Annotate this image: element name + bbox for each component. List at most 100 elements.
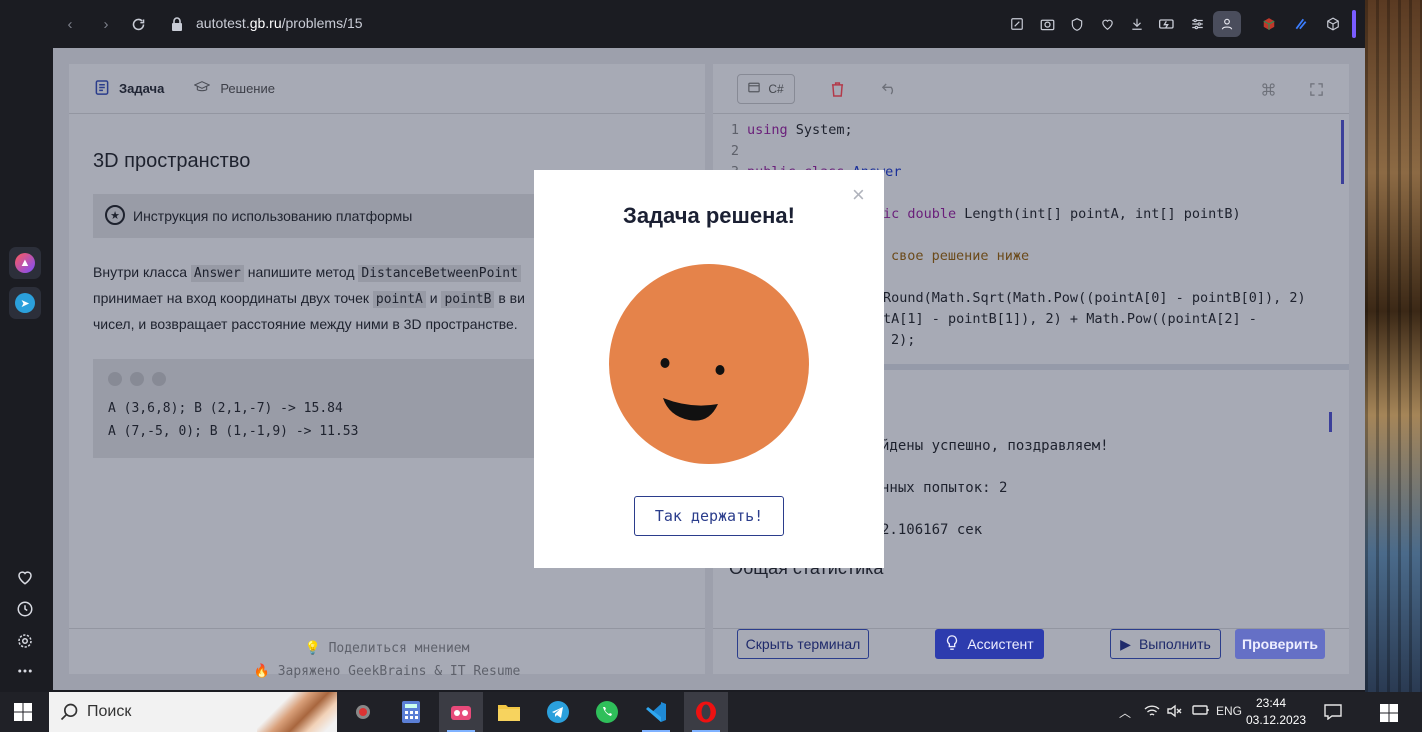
search-highlight-image [257,692,337,732]
window-dots [108,372,166,386]
settings-icon[interactable] [14,630,36,652]
extension-blue-icon[interactable] [1291,14,1311,34]
taskbar-search[interactable]: Поиск [49,692,337,732]
hide-terminal-button[interactable]: Скрыть терминал [737,629,869,659]
taskbar-telegram-app[interactable] [536,692,580,732]
taskbar-vscode-app[interactable] [634,692,678,732]
terminal-line: 2.106167 сек [881,522,983,538]
assistant-label: Ассистент [967,636,1034,652]
browser-sidebar: ▲ ➤ [0,0,50,692]
back-icon[interactable]: ‹ [60,14,80,34]
camera-icon[interactable] [1037,14,1057,34]
tab-solution-label: Решение [220,81,275,96]
command-icon[interactable] [1259,80,1277,98]
share-label: Поделиться мнением [328,641,470,656]
windows-start-icon[interactable] [14,703,32,721]
heart-outline-icon[interactable] [1097,14,1117,34]
terminal-line: нных попыток: 2 [881,480,1008,496]
desktop-wallpaper [1365,0,1422,692]
trash-icon[interactable] [828,80,846,98]
share-feedback-link[interactable]: 💡 Поделиться мнением [69,641,705,656]
taskbar-snipping-app[interactable] [439,692,483,732]
clock-date: 03.12.2023 [1246,713,1307,727]
modal-title: Задача решена! [623,203,795,228]
clock-time: 23:44 [1255,696,1287,710]
taskbar-calculator-app[interactable] [389,692,433,732]
telegram-icon: ➤ [15,293,35,313]
editor-scrollbar[interactable] [1341,120,1344,184]
undo-icon[interactable] [880,80,898,98]
taskbar-recorder-app[interactable] [341,692,385,732]
document-icon [95,79,109,98]
desc-code: Answer [190,265,244,282]
fire-icon: 🔥 [253,664,270,679]
language-label: C# [768,82,784,96]
assistant-button[interactable]: Ассистент [935,629,1044,659]
easy-setup-icon[interactable] [1187,14,1207,34]
success-modal: × Задача решена! Так держать! [534,170,884,568]
url-domain: gb.ru [249,15,282,31]
powered-label: Заряжено GeekBrains & IT Resume [277,664,521,679]
show-desktop-icon[interactable] [1380,704,1398,725]
reload-icon[interactable] [128,14,148,34]
sidebar-app-telegram[interactable]: ➤ [9,287,41,319]
taskbar-explorer-app[interactable] [487,692,531,732]
battery-icon[interactable] [1192,704,1210,719]
fullscreen-icon[interactable] [1307,80,1325,98]
search-icon [59,702,79,727]
clock[interactable]: 23:44 03.12.2023 [1246,695,1307,729]
volume-muted-icon[interactable] [1167,704,1183,721]
address-bar[interactable]: autotest.gb.ru/problems/15 [196,15,363,31]
terminal-line: йдены успешно, поздравляем! [881,438,1109,454]
desc-code: pointB [441,291,495,308]
desc-text: чисел, и возвращает расстояние между ним… [93,316,518,332]
run-button[interactable]: ▶ Выполнить [1110,629,1221,659]
star-icon: ★ [105,205,125,225]
sidebar-app-aria[interactable]: ▲ [9,247,41,279]
code-line: 1 using System; [730,122,853,138]
heart-icon[interactable] [14,566,36,588]
instruction-label: Инструкция по использованию платформы [133,208,413,224]
tab-task[interactable]: Задача [95,79,165,98]
desc-text: Внутри класса [93,264,191,280]
lock-icon[interactable] [167,14,187,34]
code-line: tA[1] - pointB[1]), 2) + Math.Pow((point… [883,311,1257,327]
code-line: 2 [730,143,739,159]
hide-terminal-label: Скрыть терминал [745,636,861,652]
left-footer: 💡 Поделиться мнением 🔥 Заряжено GeekBrai… [69,628,705,679]
example-line: A (7,-5, 0); B (1,-1,9) -> 11.53 [108,424,359,439]
extensions-icon[interactable] [1323,14,1343,34]
notification-icon[interactable] [1324,704,1342,723]
network-icon[interactable] [1144,704,1160,721]
desc-code: DistanceBetweenPoint [358,265,521,282]
lightbulb-icon: 💡 [304,641,321,656]
shield-icon[interactable] [1067,14,1087,34]
desc-text: напишите метод [243,264,359,280]
code-line: 2); [891,332,916,348]
check-button[interactable]: Проверить [1235,629,1325,659]
taskbar-opera-app[interactable] [684,692,728,732]
keep-it-up-button[interactable]: Так держать! [634,496,784,536]
forward-icon[interactable]: › [96,14,116,34]
code-line: свое решение ниже [891,248,1030,264]
profile-avatar[interactable] [1213,11,1241,37]
run-label: Выполнить [1138,636,1211,652]
tab-task-label: Задача [119,81,165,96]
language-selector[interactable]: C# [737,74,795,104]
desc-code: pointA [372,291,426,308]
tab-solution[interactable]: Решение [193,80,275,97]
url-prefix: autotest. [196,15,250,31]
battery-saver-icon[interactable] [1157,14,1177,34]
bulb-icon [945,634,959,654]
history-icon[interactable] [14,598,36,620]
download-icon[interactable] [1127,14,1147,34]
input-language[interactable]: ENG [1216,704,1242,718]
more-icon[interactable] [14,660,36,682]
taskbar-whatsapp-app[interactable] [585,692,629,732]
code-window-icon [748,82,761,96]
windows-taskbar: Поиск ︿ ENG 23:44 03.12.2023 [0,692,1422,732]
tray-chevron-icon[interactable]: ︿ [1119,704,1131,721]
extension-cube-icon[interactable] [1259,14,1279,34]
terminal-scrollbar[interactable] [1329,412,1332,432]
edit-icon[interactable] [1007,14,1027,34]
